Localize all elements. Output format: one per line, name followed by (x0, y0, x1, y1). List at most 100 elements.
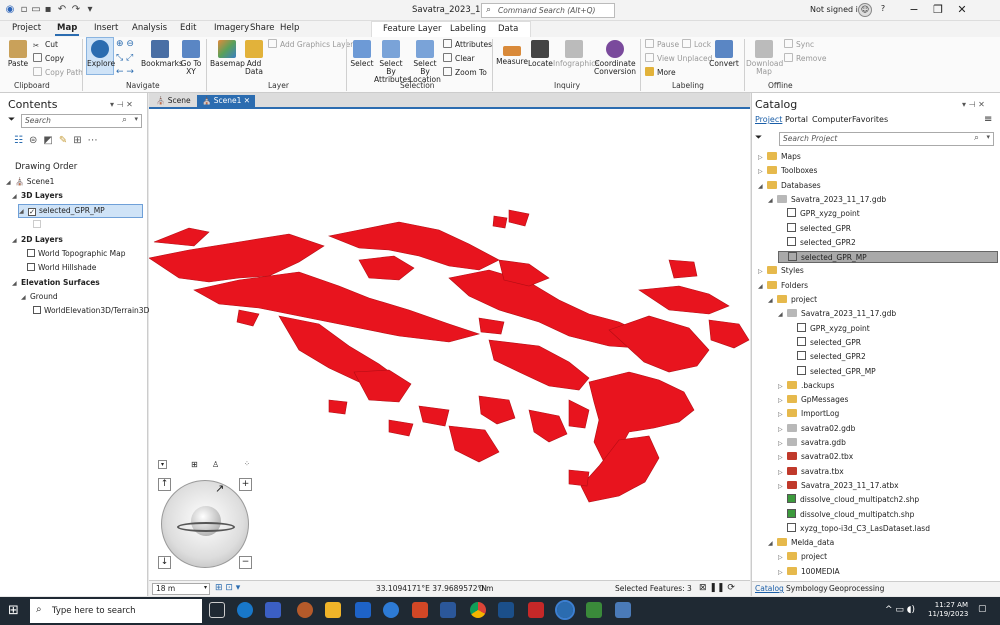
catalog-item[interactable]: ◢ Folders (758, 280, 808, 292)
catalog-item[interactable]: ◢ Savatra_2023_11_17.gdb (778, 308, 896, 320)
teams-icon[interactable] (265, 602, 281, 618)
new-icon[interactable]: ▫ (18, 4, 30, 16)
tab-insert[interactable]: Insert (92, 23, 120, 36)
context-group-feature-layer[interactable]: Feature Layer (381, 24, 444, 37)
expand-toggle-icon[interactable]: ◢ (758, 181, 767, 193)
refresh-icon[interactable]: ⊠ ❚❚ ⟳ (699, 583, 735, 593)
customize-icon[interactable]: ▾ (84, 4, 96, 16)
view-tools-icon[interactable]: ⊞ ⊡ ▾ (215, 583, 240, 593)
catalog-item[interactable]: ▷ savatra.gdb (778, 437, 846, 449)
catalog-item[interactable]: selected_GPR2 (778, 236, 856, 249)
catalog-item[interactable]: selected_GPR (778, 222, 851, 235)
expand-toggle-icon[interactable]: ▷ (758, 152, 767, 164)
powerpoint-icon[interactable] (412, 602, 428, 618)
catalog-tab-favorites[interactable]: Favorites (852, 115, 888, 124)
file-explorer-icon[interactable] (325, 602, 341, 618)
command-search-input[interactable]: ⌕ Command Search (Alt+Q) (481, 3, 615, 18)
catalog-item[interactable]: GPR_xyzg_point (788, 322, 870, 335)
word-icon[interactable] (440, 602, 456, 618)
layer-terrain3d[interactable]: WorldElevation3D/Terrain3D (33, 305, 149, 317)
catalog-item[interactable]: ◢ Databases (758, 180, 821, 192)
expand-toggle-icon[interactable]: ▷ (778, 395, 787, 407)
download-map-button[interactable]: Download Map (746, 40, 783, 76)
expand-toggle-icon[interactable]: ▷ (758, 266, 767, 278)
catalog-item[interactable]: ▷ Savatra_2023_11_17.atbx (778, 480, 899, 492)
layer-symbol-swatch[interactable] (33, 220, 41, 228)
layer-world-topographic[interactable]: World Topographic Map (27, 248, 126, 260)
taskbar-search-input[interactable]: ⌕ Type here to search (30, 599, 202, 623)
acrobat-icon[interactable] (528, 602, 544, 618)
edge-icon[interactable] (383, 602, 399, 618)
tab-catalog[interactable]: Catalog (755, 584, 784, 593)
zoom-app-icon[interactable] (237, 602, 253, 618)
tab-help[interactable]: Help (278, 23, 301, 36)
3d-layers-node[interactable]: ◢ 3D Layers (12, 190, 63, 202)
expand-toggle-icon[interactable]: ▷ (778, 452, 787, 464)
previous-next-extent-icon[interactable]: ← → (116, 67, 134, 78)
catalog-tab-computer[interactable]: Computer (812, 115, 852, 124)
catalog-item[interactable]: ▷ ImportLog (778, 408, 839, 420)
cut-button[interactable]: ✂ Cut (33, 39, 58, 50)
pan-down-button[interactable]: ↓ (158, 556, 171, 569)
scene-node[interactable]: ◢ ⛪ Scene1 (6, 176, 54, 188)
catalog-item[interactable]: selected_GPR_MP (778, 251, 998, 264)
scale-selector[interactable]: 18 m ▾ (152, 583, 210, 595)
remove-offline-button[interactable]: Remove (784, 53, 826, 64)
north-arrow-icon[interactable]: ↗ (215, 482, 224, 495)
notification-icon[interactable]: ▢ (978, 604, 987, 614)
mail-icon[interactable] (355, 602, 371, 618)
expand-toggle-icon[interactable]: ◢ (768, 195, 777, 207)
chrome-icon[interactable] (470, 602, 486, 618)
pane-options-icon[interactable]: ▾ ⊣ ✕ (110, 100, 133, 109)
system-tray-icons[interactable]: ^ ▭ ◖) (885, 605, 915, 615)
app-icon[interactable] (297, 602, 313, 618)
catalog-tab-portal[interactable]: Portal (785, 115, 808, 124)
tab-scene[interactable]: ⛪ Scene (151, 95, 196, 109)
user-icon[interactable]: ☺ (858, 3, 872, 17)
view-unplaced-button[interactable]: View Unplaced (645, 53, 712, 64)
catalog-item[interactable]: GPR_xyzg_point (778, 208, 860, 220)
app-icon[interactable] (498, 602, 514, 618)
tab-data[interactable]: Data (496, 24, 520, 37)
arcgis-pro-icon[interactable] (555, 600, 575, 620)
tab-geoprocessing[interactable]: Geoprocessing (829, 584, 884, 593)
catalog-item[interactable]: dissolve_cloud_multipatch.shp (778, 508, 914, 521)
pane-options-icon[interactable]: ▾ ⊣ ✕ (962, 100, 985, 109)
elevation-surfaces-node[interactable]: ◢ Elevation Surfaces (12, 277, 100, 289)
pan-up-button[interactable]: ↑ (158, 478, 171, 491)
clock[interactable]: 11:27 AM 11/19/2023 (928, 601, 968, 619)
clear-selection-button[interactable]: Clear (443, 53, 475, 64)
expand-toggle-icon[interactable]: ◢ (768, 295, 777, 307)
catalog-item[interactable]: ▷ savatra02.tbx (778, 451, 853, 463)
attributes-button[interactable]: Attributes (443, 39, 492, 50)
contents-view-toolbar[interactable]: ☷⊜◩✎⊞⋯ (14, 135, 104, 146)
catalog-item[interactable]: dissolve_cloud_multipatch2.shp (778, 494, 919, 506)
select-button[interactable]: Select (350, 40, 374, 68)
tab-scene1[interactable]: ⛪ Scene1 ✕ (197, 95, 256, 109)
task-view-icon[interactable] (209, 602, 225, 618)
add-data-button[interactable]: Add Data (244, 40, 264, 76)
convert-button[interactable]: Convert (708, 40, 740, 68)
copy-button[interactable]: Copy (33, 53, 64, 64)
tab-map[interactable]: Map (55, 23, 80, 36)
catalog-item[interactable]: ◢ Savatra_2023_11_17.gdb (768, 194, 886, 206)
lock-labels-button[interactable]: Lock (682, 39, 711, 50)
expand-toggle-icon[interactable]: ▷ (778, 381, 787, 393)
chevron-down-icon[interactable]: ▾ (158, 460, 167, 469)
app-icon[interactable] (615, 602, 631, 618)
zoom-in-button[interactable]: + (239, 478, 252, 491)
pin-icon[interactable]: ⁘ (244, 460, 250, 468)
catalog-item[interactable]: xyzg_topo-i3d_C3_LasDataset.lasd (778, 522, 930, 535)
restore-icon[interactable]: ❐ (926, 0, 950, 21)
measure-button[interactable]: Measure (496, 40, 528, 66)
catalog-item[interactable]: ▷ savatra.tbx (778, 466, 844, 478)
catalog-search-input[interactable]: Search Project ⌕ ▾ (779, 132, 994, 146)
fixed-zoom-icon[interactable]: ⤡ ⤢ (116, 53, 133, 64)
expand-toggle-icon[interactable]: ▷ (778, 409, 787, 421)
pause-labeling-button[interactable]: Pause (645, 39, 679, 50)
open-folder-icon[interactable]: ▭ (30, 4, 42, 16)
tab-project[interactable]: Project (10, 23, 43, 36)
menu-icon[interactable]: ≡ (984, 114, 992, 125)
catalog-item[interactable]: ▷ Maps (758, 151, 801, 163)
bookmarks-button[interactable]: Bookmarks (141, 40, 183, 68)
